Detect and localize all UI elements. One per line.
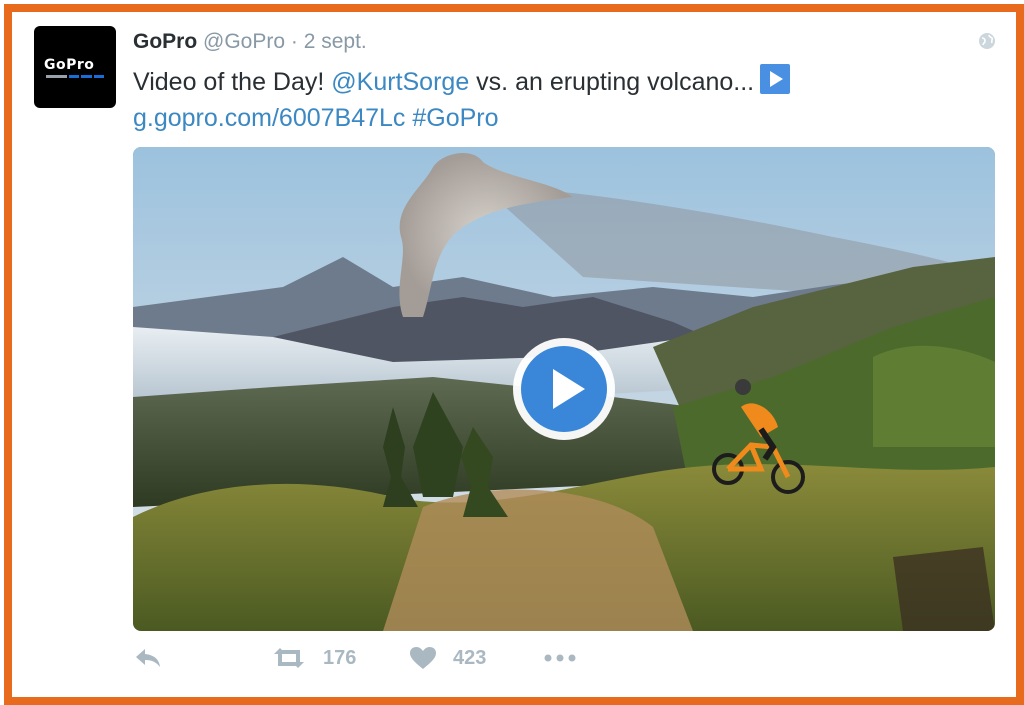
tweet-text-prefix: Video of the Day! — [133, 68, 332, 96]
heart-icon — [410, 647, 436, 669]
like-count: 423 — [453, 646, 487, 669]
like-button[interactable]: 423 — [409, 646, 486, 670]
tweet-actions: 176 423 — [133, 646, 633, 682]
more-icon — [544, 654, 576, 662]
tweet-card: GoPro GoPro @GoPro · 2 sept. Video of th… — [4, 4, 1024, 705]
video-thumbnail[interactable] — [133, 147, 995, 631]
tweet-header: GoPro @GoPro · 2 sept. — [133, 30, 367, 54]
tweet-date[interactable]: 2 sept. — [304, 30, 367, 53]
retweet-icon — [274, 648, 304, 668]
more-button[interactable] — [543, 652, 577, 664]
reply-button[interactable] — [133, 646, 163, 670]
globe-icon — [979, 33, 995, 49]
avatar[interactable]: GoPro — [34, 26, 116, 108]
hashtag-link[interactable]: #GoPro — [412, 104, 498, 132]
avatar-logo-bar — [46, 75, 105, 78]
tweet-text-middle: vs. an erupting volcano... — [469, 68, 755, 96]
play-icon — [521, 346, 607, 432]
video-play-button[interactable] — [513, 338, 615, 440]
retweet-count: 176 — [323, 646, 357, 669]
mention-link[interactable]: @KurtSorge — [331, 68, 469, 96]
url-link[interactable]: g.gopro.com/6007B47Lc — [133, 104, 405, 132]
tweet-text: Video of the Day! @KurtSorge vs. an erup… — [133, 64, 973, 136]
separator: · — [285, 30, 304, 53]
reply-icon — [136, 649, 160, 667]
play-emoji-icon — [760, 64, 791, 94]
author-handle[interactable]: @GoPro — [203, 30, 285, 53]
retweet-button[interactable]: 176 — [271, 646, 356, 670]
author-name[interactable]: GoPro — [133, 30, 197, 53]
avatar-logo: GoPro — [44, 57, 95, 73]
